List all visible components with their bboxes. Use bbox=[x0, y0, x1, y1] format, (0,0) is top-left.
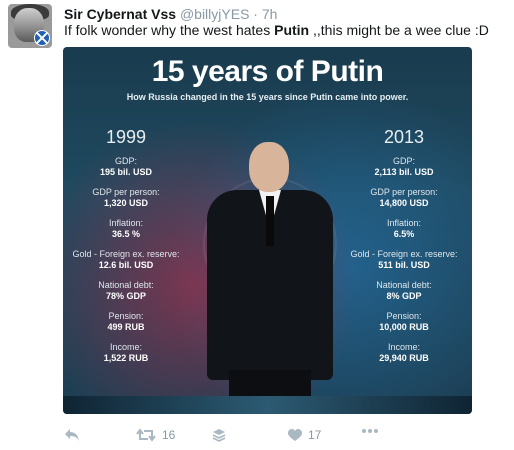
stat-national-debt: National debt: 8% GDP bbox=[344, 280, 464, 302]
stat-reserve: Gold - Foreign ex. reserve: 12.6 bil. US… bbox=[66, 249, 186, 271]
stat-label: National debt: bbox=[98, 280, 154, 290]
stat-national-debt: National debt: 78% GDP bbox=[66, 280, 186, 302]
stat-label: GDP per person: bbox=[370, 187, 438, 197]
stat-value: 195 bil. USD bbox=[99, 167, 153, 177]
like-count: 17 bbox=[308, 428, 322, 442]
retweet-count: 16 bbox=[162, 428, 176, 442]
column-2013: 2013 GDP: 2,113 bil. USD GDP per person:… bbox=[344, 127, 464, 373]
stat-value: 29,940 RUB bbox=[379, 353, 429, 363]
stat-gdp: GDP: 2,113 bil. USD bbox=[344, 156, 464, 178]
stat-gdp-per-person: GDP per person: 1,320 USD bbox=[66, 187, 186, 209]
author-name[interactable]: Sir Cybernat Vss bbox=[64, 6, 176, 22]
buffer-icon bbox=[212, 428, 226, 442]
tweet-text-after: ,,this might be a wee clue :D bbox=[309, 22, 489, 38]
stat-income: Income: 29,940 RUB bbox=[344, 342, 464, 364]
figure-tie bbox=[266, 196, 274, 246]
more-button[interactable] bbox=[361, 428, 379, 434]
stat-value: 6.5% bbox=[393, 229, 415, 239]
stat-inflation: Inflation: 36.5 % bbox=[66, 218, 186, 240]
retweet-button[interactable]: 16 bbox=[136, 428, 175, 442]
tweet-text-before: If folk wonder why the west hates bbox=[64, 22, 275, 38]
stat-value: 36.5 % bbox=[111, 229, 141, 239]
tweet-text: If folk wonder why the west hates Putin … bbox=[64, 22, 489, 38]
scotland-flag-icon bbox=[34, 30, 50, 46]
stat-label: Gold - Foreign ex. reserve: bbox=[350, 249, 458, 259]
stat-value: 78% GDP bbox=[105, 291, 147, 301]
stat-label: Income: bbox=[387, 342, 420, 352]
stat-value: 10,000 RUB bbox=[379, 322, 429, 332]
stat-gdp: GDP: 195 bil. USD bbox=[66, 156, 186, 178]
retweet-icon bbox=[136, 428, 156, 442]
infographic-subtitle: How Russia changed in the 15 years since… bbox=[126, 92, 409, 102]
like-button[interactable]: 17 bbox=[288, 428, 321, 442]
tweet-image[interactable]: 15 years of Putin How Russia changed in … bbox=[63, 47, 472, 414]
stat-label: GDP: bbox=[114, 156, 137, 166]
stat-label: National debt: bbox=[376, 280, 432, 290]
buffer-button[interactable] bbox=[212, 428, 226, 442]
figure-head bbox=[249, 142, 289, 192]
stat-value: 14,800 USD bbox=[379, 198, 429, 208]
stat-label: GDP: bbox=[392, 156, 415, 166]
more-icon bbox=[361, 428, 379, 434]
stat-pension: Pension: 499 RUB bbox=[66, 311, 186, 333]
stat-gdp-per-person: GDP per person: 14,800 USD bbox=[344, 187, 464, 209]
stat-label: Income: bbox=[109, 342, 142, 352]
stat-label: Gold - Foreign ex. reserve: bbox=[72, 249, 180, 259]
stat-value: 1,320 USD bbox=[103, 198, 149, 208]
stat-value: 2,113 bil. USD bbox=[374, 167, 434, 177]
skyline-strip bbox=[63, 396, 472, 414]
stat-label: Pension: bbox=[386, 311, 422, 321]
tweet-actions: 16 17 bbox=[64, 428, 484, 446]
stat-pension: Pension: 10,000 RUB bbox=[344, 311, 464, 333]
column-1999: 1999 GDP: 195 bil. USD GDP per person: 1… bbox=[66, 127, 186, 373]
stat-value: 1,522 RUB bbox=[103, 353, 149, 363]
tweet-header: Sir Cybernat Vss @billyjYES · 7h bbox=[64, 6, 277, 22]
stat-value: 12.6 bil. USD bbox=[98, 260, 154, 270]
heart-icon bbox=[288, 428, 302, 442]
stat-inflation: Inflation: 6.5% bbox=[344, 218, 464, 240]
stat-reserve: Gold - Foreign ex. reserve: 511 bil. USD bbox=[344, 249, 464, 271]
infographic-title: 15 years of Putin bbox=[151, 55, 384, 88]
author-handle[interactable]: @billyjYES bbox=[180, 6, 249, 22]
stat-value: 511 bil. USD bbox=[378, 260, 430, 270]
stat-income: Income: 1,522 RUB bbox=[66, 342, 186, 364]
reply-icon bbox=[64, 428, 80, 442]
stat-value: 8% GDP bbox=[386, 291, 422, 301]
stat-label: Inflation: bbox=[108, 218, 144, 228]
stat-label: Inflation: bbox=[386, 218, 422, 228]
avatar[interactable] bbox=[8, 4, 52, 48]
year-label: 1999 bbox=[105, 127, 147, 147]
separator-dot: · bbox=[253, 6, 258, 22]
tweet-timestamp[interactable]: 7h bbox=[262, 6, 278, 22]
stat-value: 499 RUB bbox=[107, 322, 145, 332]
stat-label: GDP per person: bbox=[92, 187, 160, 197]
tweet-text-bold: Putin bbox=[274, 22, 310, 38]
stat-label: Pension: bbox=[108, 311, 144, 321]
reply-button[interactable] bbox=[64, 428, 80, 442]
person-figure bbox=[195, 142, 345, 414]
year-label: 2013 bbox=[383, 127, 425, 147]
